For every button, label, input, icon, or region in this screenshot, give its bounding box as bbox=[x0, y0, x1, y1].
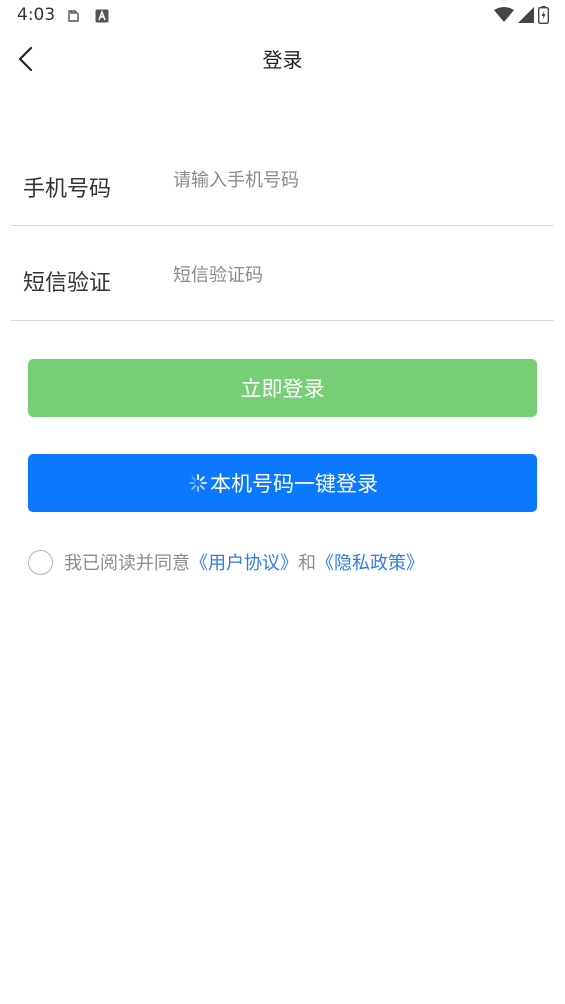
wifi-icon bbox=[494, 7, 514, 27]
status-right-icons bbox=[494, 6, 550, 28]
status-time: 4:03 bbox=[17, 5, 56, 25]
one-click-login-label: 本机号码一键登录 bbox=[210, 472, 378, 496]
agreement-conjunction: 和 bbox=[298, 553, 316, 574]
sms-label: 短信验证 bbox=[23, 271, 112, 296]
sms-code-input[interactable] bbox=[173, 257, 533, 293]
page-title: 登录 bbox=[262, 48, 303, 72]
phone-input[interactable] bbox=[173, 162, 533, 198]
signal-icon bbox=[518, 7, 534, 27]
login-button-label: 立即登录 bbox=[240, 377, 325, 401]
agreement-prefix: 我已阅读并同意 bbox=[64, 553, 190, 574]
battery-charging-icon bbox=[537, 6, 550, 28]
login-button[interactable]: 立即登录 bbox=[28, 359, 537, 417]
nav-bar: 登录 bbox=[0, 32, 565, 84]
phone-row: 手机号码 bbox=[11, 140, 554, 226]
a-badge-icon bbox=[95, 8, 109, 27]
phone-label: 手机号码 bbox=[23, 177, 112, 202]
agreement-row: 我已阅读并同意 《用户协议》 和 《隐私政策》 bbox=[28, 549, 424, 575]
clipboard-icon bbox=[66, 8, 80, 27]
sms-row: 短信验证 bbox=[11, 226, 554, 321]
privacy-policy-link[interactable]: 《隐私政策》 bbox=[316, 549, 424, 575]
user-agreement-link[interactable]: 《用户协议》 bbox=[190, 549, 298, 575]
agreement-checkbox[interactable] bbox=[28, 549, 53, 575]
spinner-icon bbox=[189, 474, 207, 492]
one-click-login-button[interactable]: 本机号码一键登录 bbox=[28, 454, 537, 512]
status-bar: 4:03 bbox=[0, 0, 565, 32]
